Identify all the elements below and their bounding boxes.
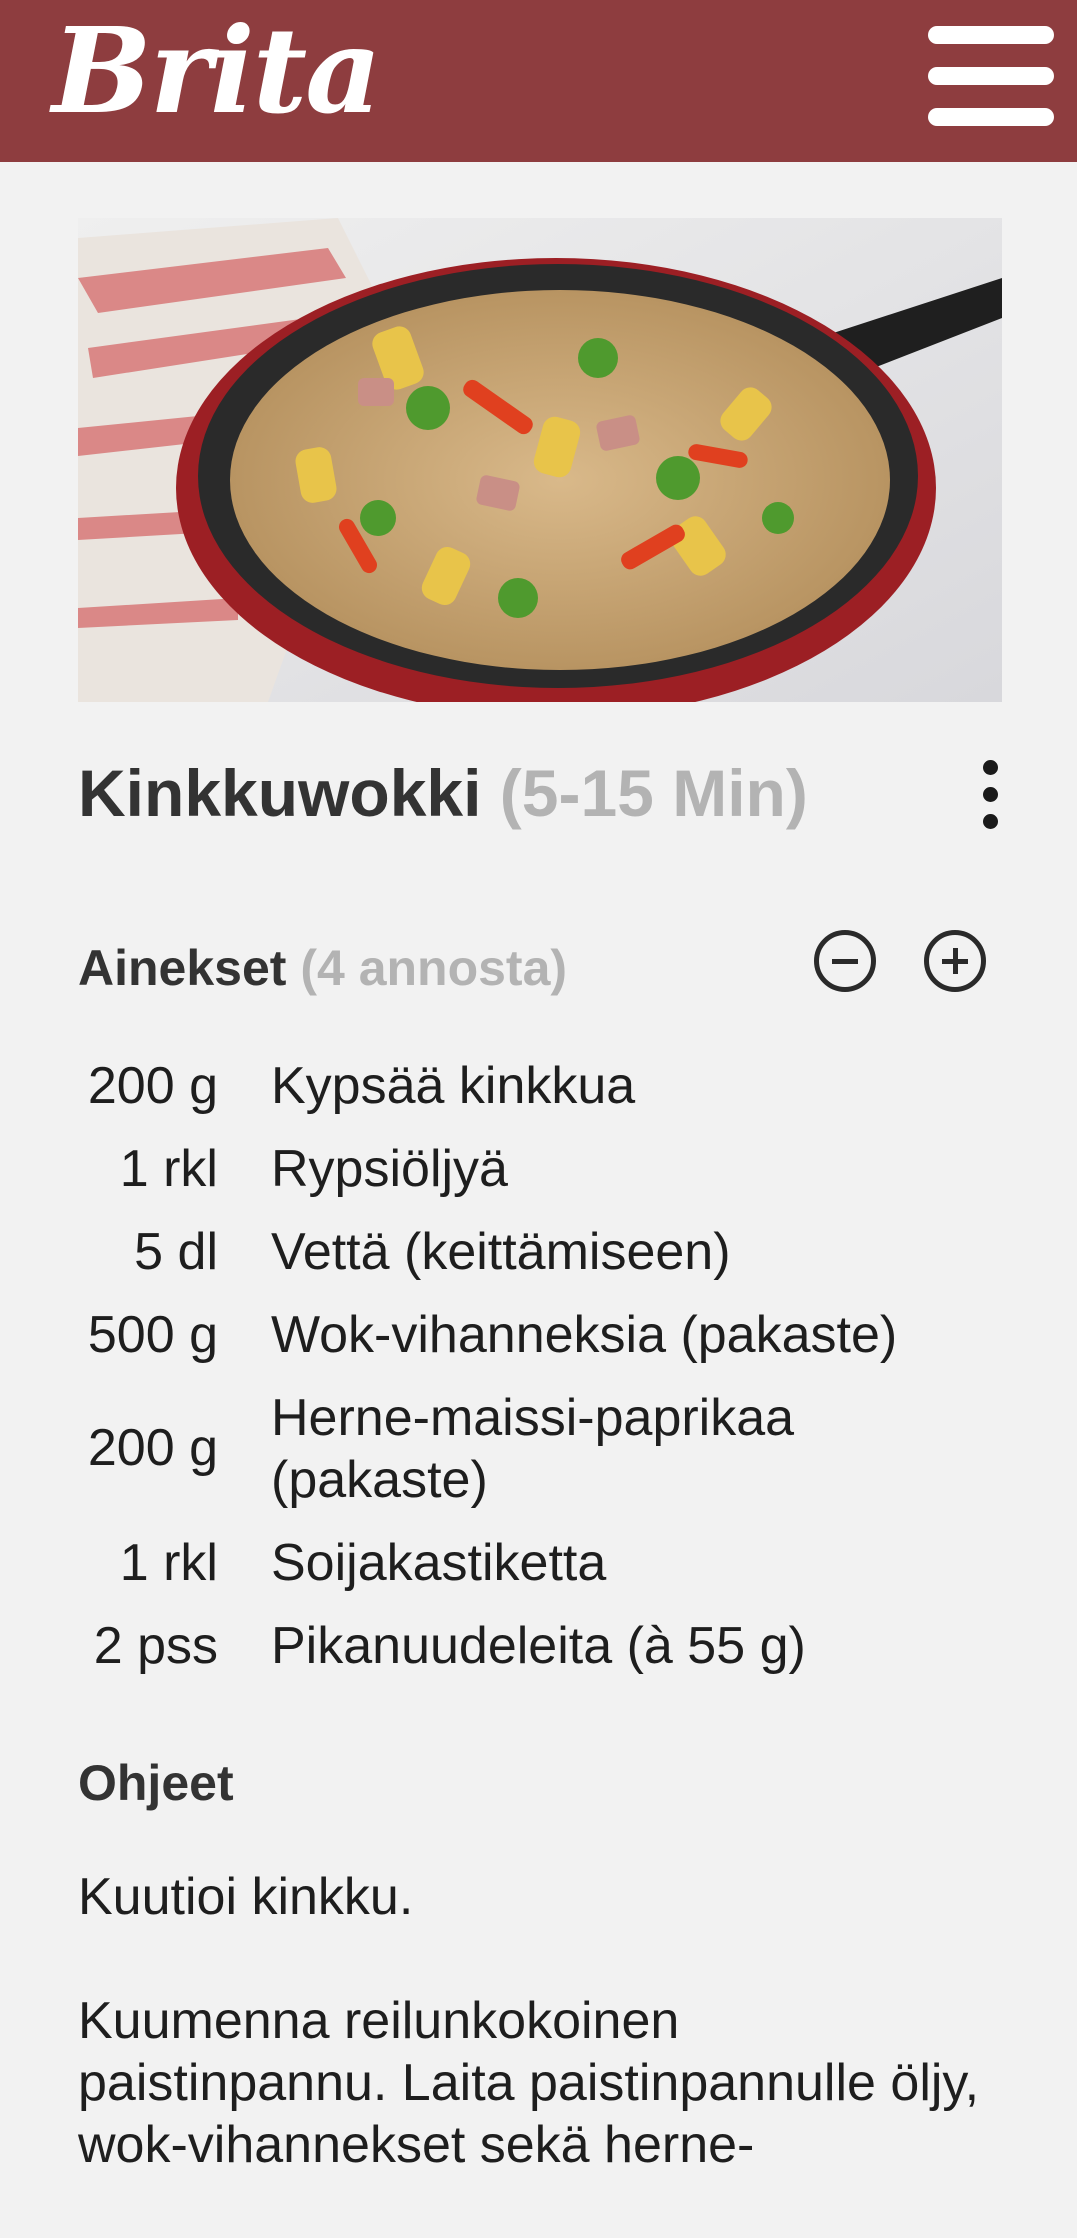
hamburger-menu-icon[interactable] (928, 26, 1054, 126)
brita-logo[interactable]: Brita (52, 6, 382, 136)
ingredient-name: Kypsää kinkkua (271, 1057, 636, 1115)
ingredient-row: 5 dl Vettä (keittämiseen) (78, 1221, 1002, 1304)
recipe-title: Kinkkuwokki (5-15 Min) (78, 753, 808, 833)
recipe-title-row: Kinkkuwokki (5-15 Min) (78, 745, 1002, 845)
ingredient-qty: 200 g (87, 1057, 218, 1115)
ingredient-qty: 1 rkl (119, 1534, 218, 1592)
recipe-time: (5-15 Min) (499, 756, 808, 830)
ingredient-qty: 200 g (87, 1419, 218, 1477)
ingredient-qty: 500 g (87, 1306, 218, 1364)
ingredient-name: Vettä (keittämiseen) (271, 1223, 731, 1281)
plus-circle-icon[interactable] (924, 930, 986, 992)
ingredient-name: Herne-maissi-paprikaa (pakaste) (271, 1389, 795, 1509)
instruction-step: Kuutioi kinkku. (78, 1868, 414, 1926)
ingredient-name: Pikanuudeleita (à 55 g) (271, 1617, 806, 1675)
ingredient-name: Rypsiöljyä (271, 1140, 508, 1198)
minus-circle-icon[interactable] (814, 930, 876, 992)
ingredient-row: 1 rkl Soijakastiketta (78, 1532, 1002, 1615)
ingredients-header: Ainekset (4 annosta) (78, 930, 1002, 1010)
ingredient-qty: 2 pss (93, 1617, 218, 1675)
ingredient-row: 2 pss Pikanuudeleita (à 55 g) (78, 1615, 1002, 1698)
ingredient-row: 200 g Kypsää kinkkua (78, 1055, 1002, 1138)
instructions-list: Kuutioi kinkku. Kuumenna reilunkokoinen … (78, 1866, 1002, 2238)
ingredients-heading: Ainekset (4 annosta) (78, 938, 567, 998)
ingredient-name: Soijakastiketta (271, 1534, 607, 1592)
ingredient-row: 1 rkl Rypsiöljyä (78, 1138, 1002, 1221)
instructions-heading: Ohjeet (78, 1755, 234, 1811)
recipe-hero-image (78, 218, 1002, 702)
ingredient-qty: 1 rkl (119, 1140, 218, 1198)
recipe-name: Kinkkuwokki (78, 756, 482, 830)
more-vertical-icon[interactable] (970, 760, 1010, 830)
ingredient-name: Wok-vihanneksia (pakaste) (271, 1306, 898, 1364)
instruction-step: Kuumenna reilunkokoinen paistinpannu. La… (78, 1992, 980, 2174)
ingredient-qty: 5 dl (134, 1223, 218, 1281)
ingredient-row: 200 g Herne-maissi-paprikaa (pakaste) (78, 1387, 1002, 1532)
app-header: Brita (0, 0, 1077, 162)
ingredient-row: 500 g Wok-vihanneksia (pakaste) (78, 1304, 1002, 1387)
servings-count: (4 annosta) (300, 940, 568, 996)
ingredient-list: 200 g Kypsää kinkkua 1 rkl Rypsiöljyä 5 … (78, 1055, 1002, 1698)
ingredients-label: Ainekset (78, 940, 287, 996)
